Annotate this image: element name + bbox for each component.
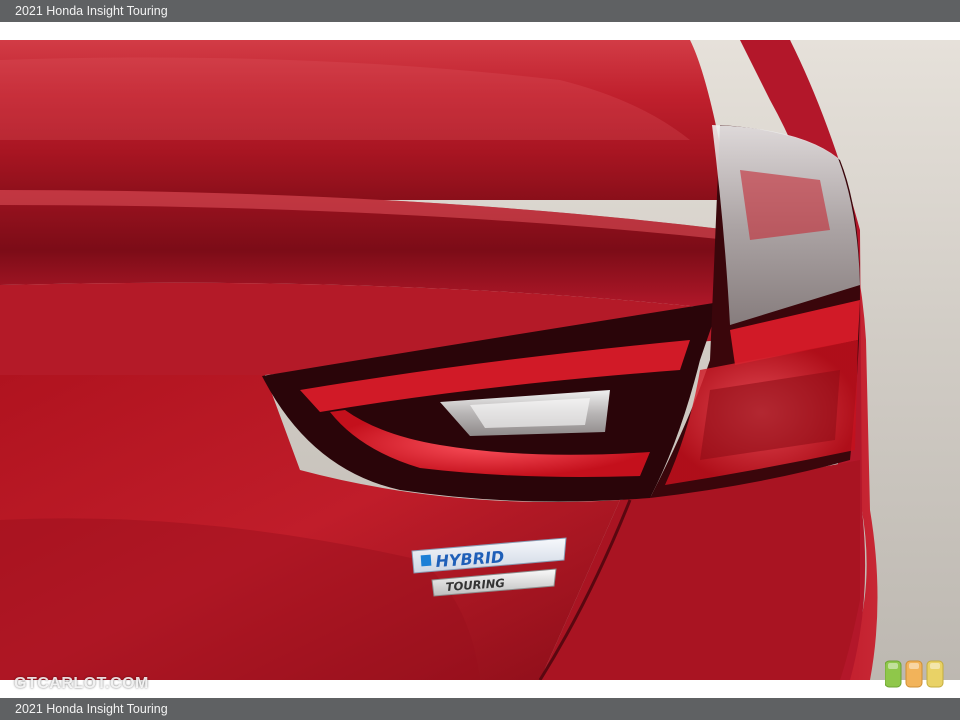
three-stacked-bars-icon [885,660,944,688]
caption-title: 2021 Honda Insight Touring [15,4,168,18]
car-photo: HYBRID TOURING [0,40,960,680]
caption-bar-top: 2021 Honda Insight Touring [0,0,960,22]
watermark: GTCARLOT.COM [14,675,149,692]
caption-bar-bottom: 2021 Honda Insight Touring [0,698,960,720]
caption-title-bottom: 2021 Honda Insight Touring [15,702,168,716]
